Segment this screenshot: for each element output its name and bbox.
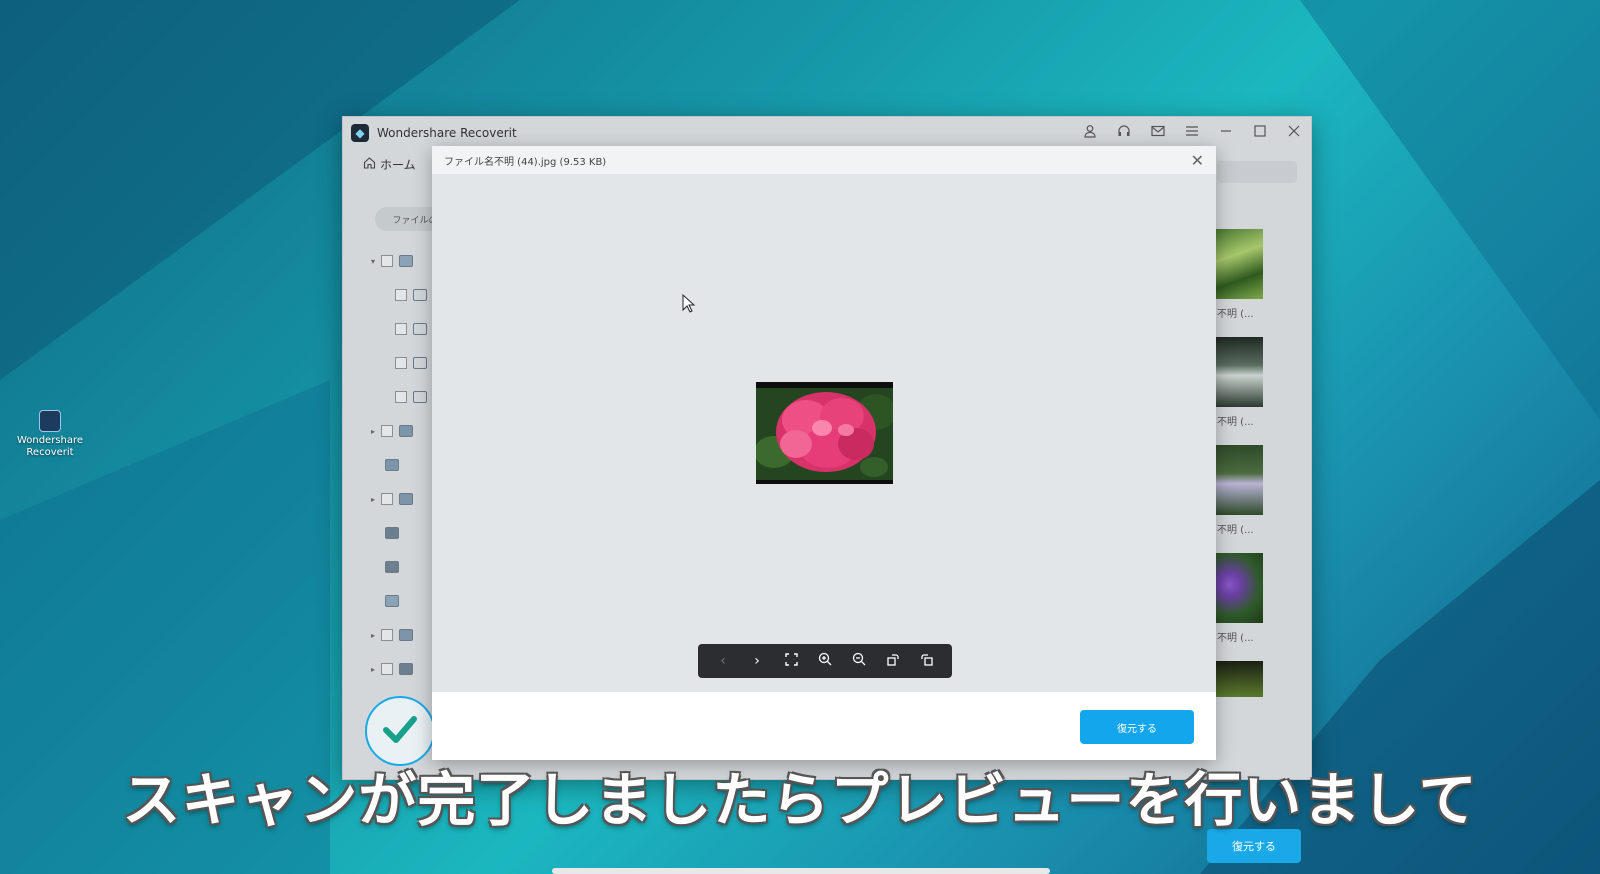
preview-image [756,382,893,484]
video-icon [399,425,414,437]
checkbox[interactable] [381,663,394,675]
tree-row-folder[interactable] [395,323,427,335]
thumbnail-caption: 名不明 (... [1207,633,1254,644]
recoverit-logo-icon: ◆ [351,124,369,142]
tree-row-images[interactable]: ▾ [371,255,414,267]
checkmark-icon [380,709,420,753]
expand-arrow-icon[interactable]: ▸ [371,665,375,674]
web-icon [385,595,399,607]
folder-icon [413,357,427,369]
close-icon[interactable] [1285,124,1303,142]
restore-button[interactable]: 復元する [1080,710,1194,744]
checkbox[interactable] [395,323,407,335]
headset-icon[interactable] [1115,124,1133,142]
preview-header: ファイル名不明 (44).jpg (9.53 KB) ✕ [432,146,1216,174]
database-icon [385,561,399,573]
preview-dialog: ファイル名不明 (44).jpg (9.53 KB) ✕ ‹ › 復元する [432,146,1216,760]
folder-icon [413,323,427,335]
rotate-left-icon[interactable] [915,652,939,670]
audio-icon [385,459,399,471]
minimize-icon[interactable] [1217,124,1235,142]
preview-toolbar: ‹ › [698,644,952,678]
tree-row-folder[interactable] [395,391,427,403]
expand-arrow-icon[interactable]: ▸ [371,427,375,436]
folder-icon [413,391,427,403]
tree-row-archive[interactable]: ▸ [371,629,414,641]
document-icon [399,493,414,505]
video-progress-bar[interactable] [552,868,1050,874]
image-icon [399,255,414,267]
account-icon[interactable] [1081,124,1099,142]
tree-row-email[interactable] [385,527,399,539]
tree-row-document[interactable]: ▸ [371,493,414,505]
zoom-in-icon[interactable] [813,652,837,670]
home-icon [363,156,376,172]
video-subtitle: スキャンが完了しましたらプレビューを行いまして [122,766,1478,834]
checkbox[interactable] [395,289,407,301]
mail-icon[interactable] [1149,124,1167,142]
tree-row-other[interactable]: ▸ [371,663,414,675]
expand-arrow-icon[interactable]: ▸ [371,495,375,504]
checkbox[interactable] [381,425,394,437]
search-bar[interactable] [1217,161,1297,183]
thumbnail-caption: 名不明 (... [1207,525,1254,536]
mouse-cursor-icon [682,294,696,313]
window-title: Wondershare Recoverit [377,126,517,140]
archive-icon [399,629,414,641]
checkbox[interactable] [395,357,407,369]
expand-arrow-icon[interactable]: ▾ [371,257,375,266]
preview-filename: ファイル名不明 (44).jpg (9.53 KB) [444,156,607,168]
desktop-icon-label: Wondershare Recoverit [16,435,84,458]
desktop-shortcut-recoverit[interactable]: Wondershare Recoverit [14,410,86,459]
expand-arrow-icon[interactable]: ▸ [371,631,375,640]
checkbox[interactable] [395,391,407,403]
tree-row-audio[interactable] [385,459,399,471]
close-icon[interactable]: ✕ [1191,151,1204,170]
checkbox[interactable] [381,493,394,505]
thumbnail-caption: 名不明 (... [1207,417,1254,428]
next-icon[interactable]: › [745,653,769,669]
tree-row-video[interactable]: ▸ [371,425,414,437]
scan-complete-badge [365,696,435,766]
other-file-icon [399,663,414,675]
tree-row-folder[interactable] [395,289,427,301]
rotate-right-icon[interactable] [881,652,905,670]
folder-icon [413,289,427,301]
home-label: ホーム [380,157,416,172]
prev-icon[interactable]: ‹ [711,653,735,669]
email-icon [385,527,399,539]
preview-footer: 復元する [432,692,1216,760]
checkbox[interactable] [381,255,394,267]
menu-icon[interactable] [1183,124,1201,142]
maximize-icon[interactable] [1251,124,1269,142]
window-titlebar: ◆ Wondershare Recoverit [343,117,1311,149]
zoom-out-icon[interactable] [847,652,871,670]
recoverit-app-icon [39,410,61,432]
checkbox[interactable] [381,629,394,641]
fullscreen-icon[interactable] [779,652,803,670]
tree-row-web[interactable] [385,595,399,607]
tree-row-folder[interactable] [395,357,427,369]
tree-row-database[interactable] [385,561,399,573]
thumbnail-caption: 名不明 (... [1207,309,1254,320]
home-button[interactable]: ホーム [363,156,416,173]
